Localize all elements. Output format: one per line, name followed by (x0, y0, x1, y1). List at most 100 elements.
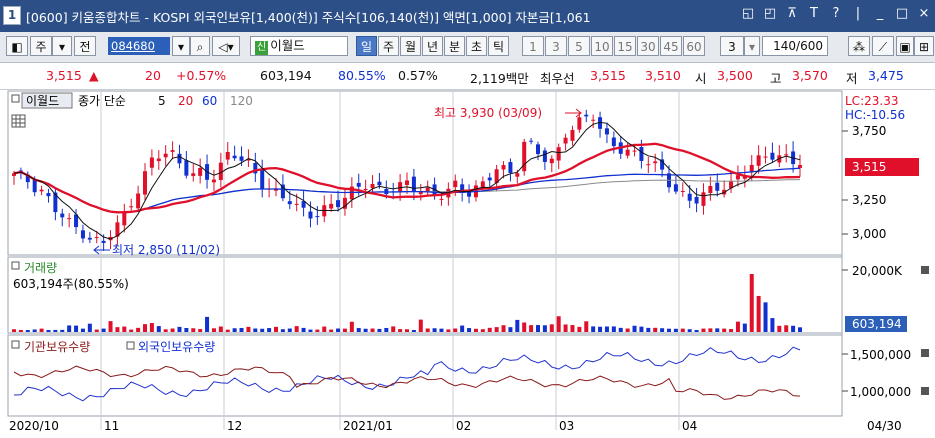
candle-body (529, 140, 534, 142)
volume-bar (777, 325, 782, 332)
minimize-icon[interactable]: _ (873, 6, 887, 21)
x-axis: 2020/10 11 12 2021/01 02 03 04 04/30 (9, 419, 902, 433)
volume-bar (211, 328, 216, 332)
price-chart[interactable]: 이월드 종가 단순 5 20 60 120 최고 3,930 (03/09) 최… (0, 90, 935, 438)
interval-button-45[interactable]: 45 (660, 36, 682, 56)
period-tab-0[interactable]: 일 (356, 36, 377, 56)
candle-body (143, 171, 147, 195)
period-tab-5[interactable]: 초 (466, 36, 487, 56)
volume-bar (349, 321, 354, 332)
open-label: 시 (695, 71, 707, 86)
save-icon[interactable]: ▣ (896, 36, 914, 56)
candle-body (639, 147, 644, 161)
candle-body (577, 117, 582, 130)
interval-button-5[interactable]: 5 (568, 36, 590, 56)
volume-bar (770, 318, 775, 332)
interval-dropdown-icon[interactable]: ▾ (744, 36, 760, 56)
volume-bar (108, 321, 113, 332)
page-count-field[interactable]: 140/600 (762, 36, 828, 56)
more-icon[interactable]: ⊞ (914, 36, 934, 56)
candle-body (439, 198, 444, 200)
volume-bar (515, 319, 520, 332)
indicator-icon[interactable]: ⁂ (848, 36, 870, 56)
volume-bar (25, 330, 30, 332)
volume-bar (536, 325, 540, 332)
holding-settings-icon[interactable] (921, 349, 929, 357)
candle-body (687, 193, 692, 201)
volume-bar (405, 329, 409, 332)
volume-bar (122, 326, 127, 332)
window-title: [0600] 키움종합차트 - KOSPI 외국인보유[1,400(천)] 주식… (26, 10, 591, 25)
stock-code-input[interactable]: 084680 (108, 37, 170, 55)
volume-bar (170, 328, 175, 332)
panel-toggle-icon[interactable] (11, 94, 20, 103)
volume-bar (342, 328, 347, 332)
candle-body (67, 218, 72, 220)
interval-button-3[interactable]: 3 (545, 36, 567, 56)
volume-bar (280, 329, 285, 332)
current-price-tag-text: 3,515 (852, 160, 886, 174)
candle-body (211, 179, 216, 183)
volume-bar (791, 325, 796, 332)
interval-button-30[interactable]: 30 (637, 36, 659, 56)
interval-button-10[interactable]: 10 (591, 36, 613, 56)
volume-bar (598, 326, 603, 332)
interval-button-1[interactable]: 1 (522, 36, 544, 56)
volume-bar (329, 329, 334, 332)
interval-button-60[interactable]: 60 (683, 36, 705, 56)
volume-bar (418, 319, 423, 332)
candle-body (370, 183, 375, 189)
candle-body (604, 128, 609, 135)
line-tool-icon[interactable]: ⟋ (872, 36, 894, 56)
ma-60-label: 60 (202, 94, 217, 108)
prev-button[interactable]: 전 (74, 36, 96, 56)
candle-body (287, 201, 292, 205)
volume-bar (184, 327, 189, 332)
volume-bar (432, 328, 437, 332)
volume-bar (163, 329, 168, 332)
search-icon[interactable]: ⌕ (190, 36, 210, 56)
restore-icon[interactable]: ◰ (763, 6, 777, 21)
close-icon[interactable]: × (917, 6, 931, 21)
volume-bar (377, 328, 382, 332)
interval-select[interactable]: 3 (720, 36, 744, 56)
candle-body (770, 152, 775, 160)
period-tab-3[interactable]: 년 (422, 36, 443, 56)
volume-bar (274, 326, 278, 332)
maximize-icon[interactable]: □ (895, 6, 909, 21)
market-select[interactable]: 주 (30, 36, 52, 56)
market-dropdown-icon[interactable]: ▾ (52, 36, 72, 56)
pin-icon[interactable]: ⊼ (785, 6, 799, 21)
candle-body (149, 157, 154, 168)
help-icon[interactable]: ? (829, 6, 843, 21)
holding-settings-icon-2[interactable] (921, 387, 929, 395)
period-tab-4[interactable]: 분 (444, 36, 465, 56)
volume-bar (446, 329, 451, 332)
candle-body (501, 165, 506, 170)
volume-bar (460, 325, 465, 332)
volume-panel-border (7, 256, 843, 334)
volume-bar (67, 325, 72, 332)
tile-icon[interactable]: ◱ (741, 6, 755, 21)
period-tab-1[interactable]: 주 (378, 36, 399, 56)
candle-body (225, 151, 230, 160)
interval-button-15[interactable]: 15 (614, 36, 636, 56)
volume-bar (529, 325, 534, 332)
volume-bar (480, 329, 485, 332)
font-icon[interactable]: T (807, 6, 821, 21)
volume-bar (570, 325, 575, 332)
volume-settings-icon[interactable] (921, 266, 929, 274)
volume-bar (763, 302, 768, 332)
period-tab-6[interactable]: 틱 (488, 36, 509, 56)
holding-toggle-icon[interactable] (11, 340, 20, 349)
layout-icon[interactable]: ◧ (6, 36, 28, 56)
candle-body (94, 237, 99, 239)
period-tab-2[interactable]: 월 (400, 36, 421, 56)
code-dropdown-icon[interactable]: ▾ (172, 36, 190, 56)
grid-table-icon[interactable] (11, 114, 26, 128)
stock-name-field[interactable]: 신 이월드 (250, 36, 348, 56)
volume-toggle-icon[interactable] (11, 261, 20, 270)
high-annotation: 최고 3,930 (03/09) (434, 106, 542, 120)
speaker-icon[interactable]: ◁▾ (212, 36, 240, 56)
volume-bar (315, 329, 320, 332)
